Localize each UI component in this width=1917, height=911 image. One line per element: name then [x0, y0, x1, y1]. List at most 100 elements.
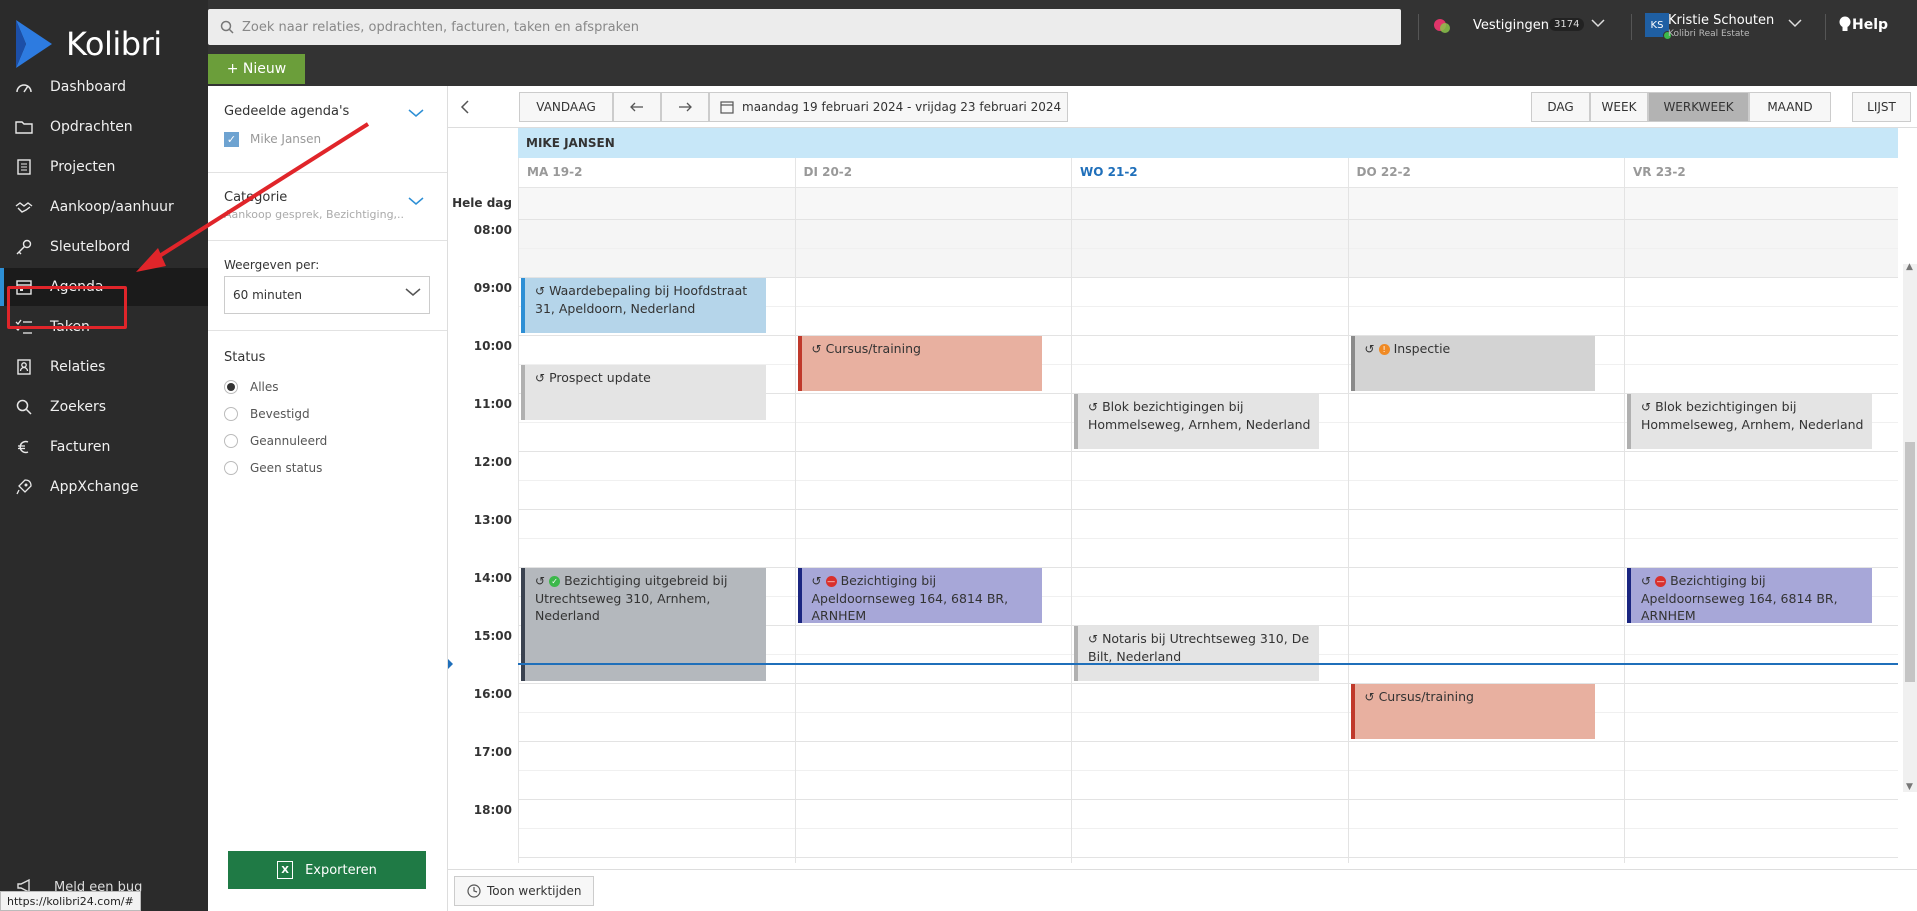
sidebar-item-label: Facturen	[50, 439, 111, 455]
sidebar-item-aankoop-aanhuur[interactable]: Aankoop/aanhuur	[0, 188, 208, 226]
sidebar-item-relaties[interactable]: Relaties	[0, 348, 208, 386]
chevron-down-icon	[405, 288, 421, 296]
sidebar-item-appxchange[interactable]: AppXchange	[0, 468, 208, 506]
lightbulb-icon	[1839, 16, 1851, 31]
calendar-event[interactable]: ↺ Cursus/training	[797, 336, 1042, 391]
calendar-scrollbar[interactable]: ▲ ▼	[1903, 262, 1917, 792]
show-worktimes-button[interactable]: Toon werktijden	[454, 876, 595, 906]
previous-week-button[interactable]	[613, 92, 661, 122]
view-list-button[interactable]: LIJST	[1852, 92, 1911, 122]
export-button[interactable]: X Exporteren	[228, 851, 426, 889]
user-organization: Kolibri Real Estate	[1668, 29, 1750, 39]
calendar-event[interactable]: ↺ — Bezichtiging bij Apeldoornseweg 164, 6…	[797, 568, 1042, 623]
sidebar-item-sleutelbord[interactable]: Sleutelbord	[0, 228, 208, 266]
all-day-cell[interactable]	[794, 187, 1071, 219]
sidebar-item-zoekers[interactable]: Zoekers	[0, 388, 208, 426]
day-column-divider	[794, 187, 796, 863]
status-option-alles[interactable]: Alles	[224, 380, 279, 394]
collapse-panel-button[interactable]	[454, 92, 476, 122]
scrollbar-thumb[interactable]	[1905, 442, 1915, 682]
hour-label: 13:00	[473, 513, 512, 527]
calendar-event[interactable]: ↺ Cursus/training	[1350, 684, 1595, 739]
calendar-event[interactable]: ↺ Prospect update	[521, 365, 766, 420]
status-option-bevestigd[interactable]: Bevestigd	[224, 407, 310, 421]
next-week-button[interactable]	[661, 92, 709, 122]
calendar-event[interactable]: ↺ Blok bezichtigingen bij Hommelseweg, Ar…	[1627, 394, 1872, 449]
chevron-down-icon[interactable]	[1591, 18, 1605, 28]
half-hour-gridline	[518, 712, 1898, 713]
event-title: Inspectie	[1393, 341, 1451, 356]
search-input[interactable]	[242, 19, 1342, 35]
rocket-icon	[14, 477, 34, 497]
status-option-geen-status[interactable]: Geen status	[224, 461, 322, 475]
contacts-icon	[14, 357, 34, 377]
stop-status-icon: —	[825, 576, 837, 587]
sidebar-item-agenda[interactable]: Agenda	[0, 268, 208, 306]
folder-icon	[14, 117, 34, 137]
shared-calendar-person[interactable]: Mike Jansen	[250, 132, 321, 146]
all-day-label: Hele dag	[452, 196, 512, 210]
sidebar-item-opdrachten[interactable]: Opdrachten	[0, 108, 208, 146]
new-button[interactable]: + Nieuw	[208, 54, 305, 84]
global-search[interactable]	[208, 9, 1401, 45]
date-range-picker[interactable]: maandag 19 februari 2024 - vrijdag 23 fe…	[709, 92, 1068, 122]
day-header[interactable]: VR 23-2	[1624, 158, 1898, 187]
hour-label: 15:00	[473, 629, 512, 643]
divider	[1418, 14, 1419, 40]
day-header[interactable]: WO 21-2	[1071, 158, 1348, 187]
branches-icon[interactable]	[1432, 16, 1452, 36]
calendar-event[interactable]: ↺ — Bezichtiging bij Apeldoornseweg 164, 6…	[1627, 568, 1872, 623]
day-header[interactable]: DI 20-2	[794, 158, 1072, 187]
scroll-down-icon[interactable]: ▼	[1906, 782, 1913, 792]
calendar-icon	[14, 277, 34, 297]
event-title: Blok bezichtigingen bij Hommelseweg, Arn…	[1088, 399, 1311, 432]
chevron-down-icon[interactable]	[1788, 18, 1802, 28]
sidebar-item-taken[interactable]: Taken	[0, 308, 208, 346]
chevron-down-icon[interactable]	[408, 196, 424, 206]
help-button[interactable]: Help	[1838, 16, 1888, 34]
recurring-icon: ↺	[1088, 632, 1099, 646]
chevron-down-icon[interactable]	[408, 108, 424, 118]
shared-calendars-title[interactable]: Gedeelde agenda's	[224, 104, 349, 119]
hour-gridline	[518, 335, 1898, 336]
scroll-up-icon[interactable]: ▲	[1906, 262, 1913, 272]
interval-value: 60 minuten	[233, 288, 303, 302]
sidebar-item-dashboard[interactable]: Dashboard	[0, 68, 208, 106]
date-range-label: maandag 19 februari 2024 - vrijdag 23 fe…	[742, 100, 1062, 114]
filter-panel: Gedeelde agenda's ✓ Mike Jansen Categori…	[208, 86, 448, 911]
category-title[interactable]: Categorie	[224, 190, 287, 205]
user-name[interactable]: Kristie Schouten	[1668, 13, 1774, 28]
status-option-geannuleerd[interactable]: Geannuleerd	[224, 434, 327, 448]
hour-label: 14:00	[473, 571, 512, 585]
day-header[interactable]: MA 19-2	[518, 158, 795, 187]
sidebar-item-facturen[interactable]: Facturen	[0, 428, 208, 466]
radio-icon	[224, 407, 238, 421]
calendar-event[interactable]: ↺ Notaris bij Utrechtseweg 310, De Bilt, …	[1074, 626, 1319, 681]
branches-label[interactable]: Vestigingen	[1473, 18, 1549, 33]
view-month-button[interactable]: MAAND	[1749, 92, 1831, 122]
interval-select[interactable]: 60 minuten	[224, 276, 430, 314]
today-button[interactable]: VANDAAG	[519, 92, 613, 122]
calendar-event[interactable]: ↺ Blok bezichtigingen bij Hommelseweg, Ar…	[1074, 394, 1319, 449]
all-day-cell[interactable]	[1071, 187, 1348, 219]
view-day-button[interactable]: DAG	[1531, 92, 1590, 122]
user-avatar[interactable]: KS	[1645, 13, 1672, 40]
sidebar-item-projecten[interactable]: Projecten	[0, 148, 208, 186]
app-logo[interactable]: Kolibri	[14, 16, 162, 72]
all-day-cell[interactable]	[1347, 187, 1624, 219]
hour-gridline	[518, 799, 1898, 800]
sidebar-item-label: Zoekers	[50, 399, 107, 415]
sidebar-item-label: AppXchange	[50, 479, 139, 495]
all-day-cell[interactable]	[1624, 187, 1898, 219]
view-week-button[interactable]: WEEK	[1590, 92, 1648, 122]
arrow-left-icon	[630, 102, 643, 112]
calendar-event[interactable]: ↺ Waardebepaling bij Hoofdstraat 31, Apel…	[521, 278, 766, 333]
user-initials: KS	[1650, 19, 1664, 31]
show-worktimes-label: Toon werktijden	[487, 884, 582, 898]
all-day-cell[interactable]	[518, 187, 795, 219]
day-header[interactable]: DO 22-2	[1347, 158, 1625, 187]
shared-calendar-checkbox[interactable]: ✓	[224, 132, 239, 147]
calendar-event[interactable]: ↺! Inspectie	[1350, 336, 1595, 391]
view-workweek-button[interactable]: WERKWEEK	[1648, 92, 1749, 122]
calendar-view: VANDAAG maandag 19 februari 2024 - vrijd…	[448, 86, 1917, 911]
